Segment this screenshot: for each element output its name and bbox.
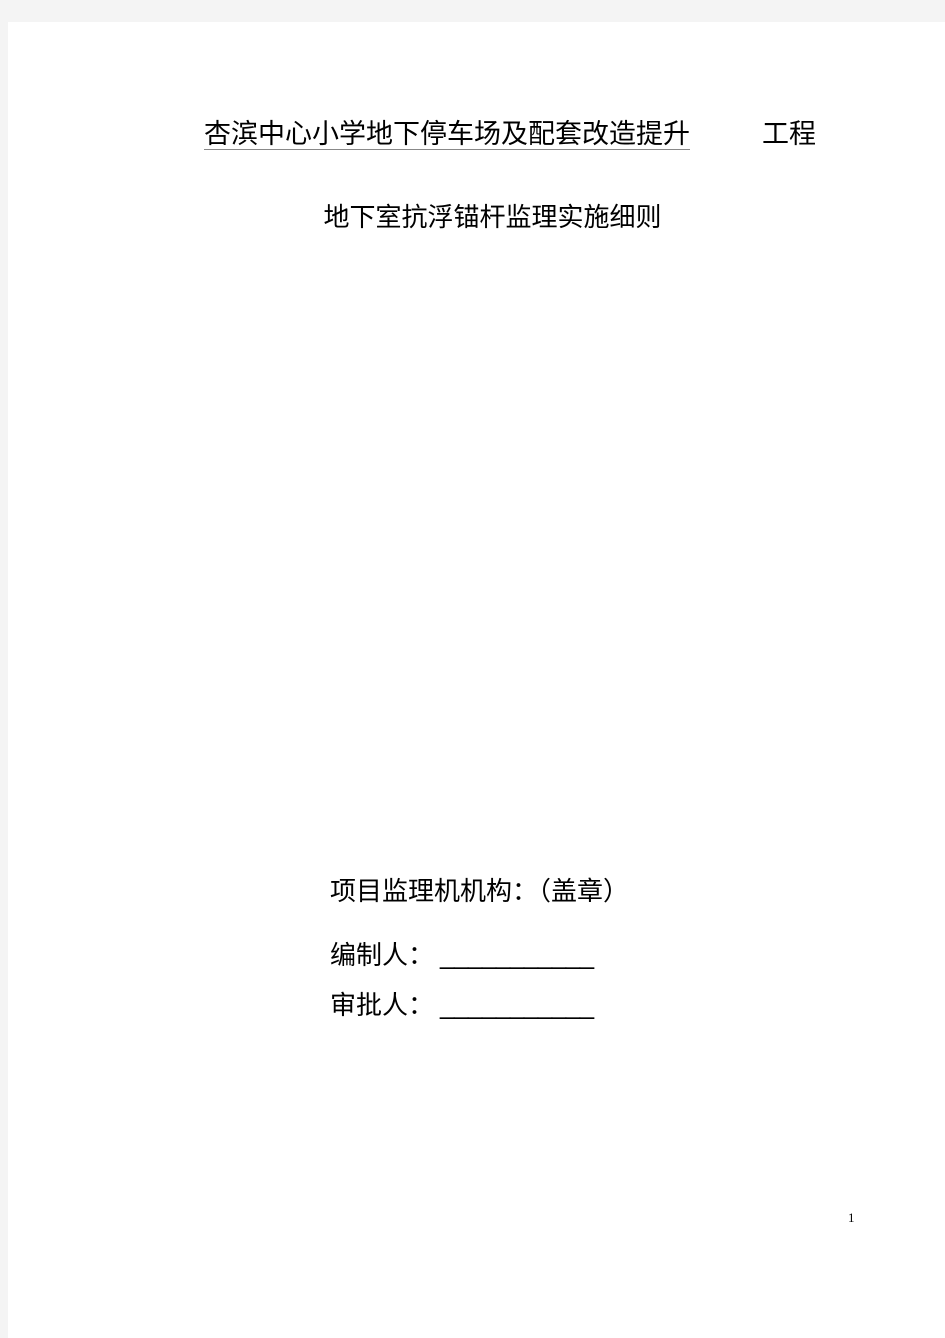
signature-block: 项目监理机机构：（盖章） 编制人： ___________ 审批人： _______… — [330, 866, 850, 1030]
approved-by-blank-rule: ___________ — [440, 990, 594, 1020]
document-title-line-1: 杏滨中心小学地下停车场及配套改造提升 工程 — [8, 117, 945, 151]
approved-by-label: 审批人： — [330, 990, 435, 1020]
prepared-by-line: 编制人： ___________ — [330, 930, 850, 980]
project-name-underlined: 杏滨中心小学地下停车场及配套改造提升 — [204, 119, 690, 149]
prepared-by-blank-rule: ___________ — [440, 940, 594, 970]
supervision-organization-label: 项目监理机机构：（盖章） — [330, 876, 630, 906]
project-name-suffix: 工程 — [762, 119, 816, 149]
page-number: 1 — [848, 1210, 855, 1225]
approved-by-line: 审批人： ___________ — [330, 980, 850, 1030]
document-page: 杏滨中心小学地下停车场及配套改造提升 工程 地下室抗浮锚杆监理实施细则 项目监理机… — [8, 22, 945, 1338]
prepared-by-label: 编制人： — [330, 940, 435, 970]
document-subtitle: 地下室抗浮锚杆监理实施细则 — [323, 202, 662, 232]
supervision-organization-line: 项目监理机机构：（盖章） — [330, 866, 850, 916]
